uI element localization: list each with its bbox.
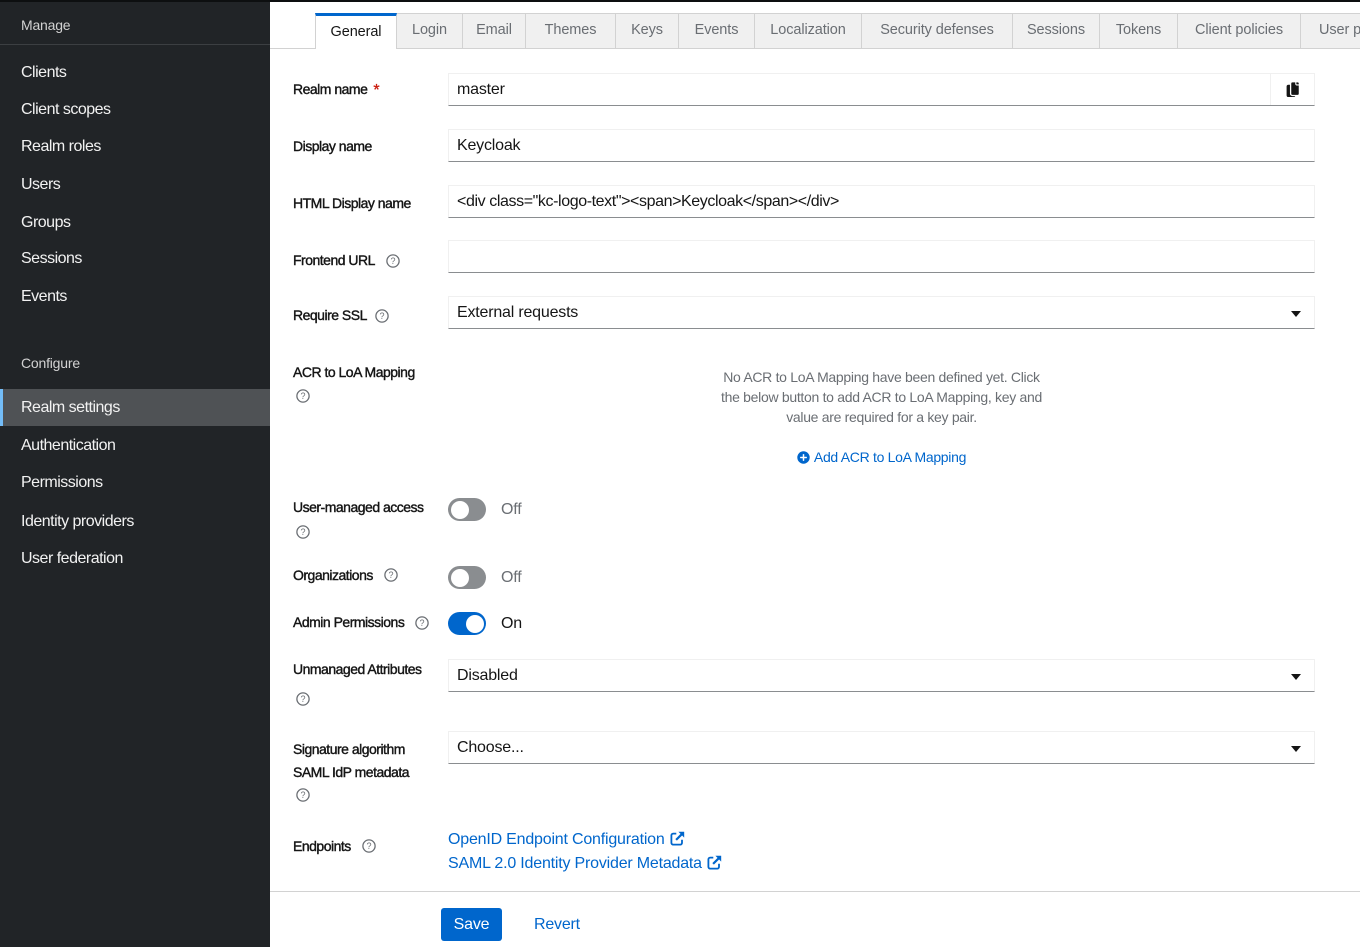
svg-text:?: ? xyxy=(390,256,395,266)
svg-text:?: ? xyxy=(300,694,305,704)
svg-text:?: ? xyxy=(300,527,305,537)
svg-text:?: ? xyxy=(300,790,305,800)
svg-text:?: ? xyxy=(366,841,371,851)
svg-text:?: ? xyxy=(419,618,424,628)
svg-text:?: ? xyxy=(300,391,305,401)
svg-text:?: ? xyxy=(379,311,384,321)
svg-text:?: ? xyxy=(388,570,393,580)
